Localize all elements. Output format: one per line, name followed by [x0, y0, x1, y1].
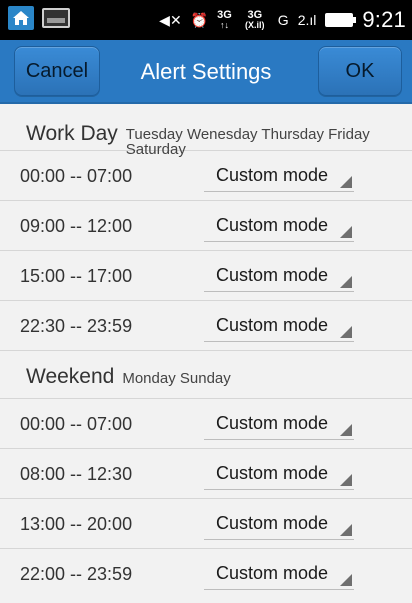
- status-left: [8, 6, 70, 30]
- dropdown-arrow-icon: [340, 524, 352, 536]
- weekend-row-3[interactable]: 22:00 -- 23:59 Custom mode: [0, 549, 412, 598]
- ok-button[interactable]: OK: [318, 46, 402, 96]
- mute-icon: ◀✕: [159, 11, 182, 28]
- work-day-header: Work Day Tuesday Wenesday Thursday Frida…: [0, 104, 412, 157]
- weekend-days: Monday Sunday: [122, 370, 231, 387]
- gallery-icon: [42, 8, 70, 28]
- network-3g: 3G ↑↓: [217, 9, 232, 31]
- weekend-row-1[interactable]: 08:00 -- 12:30 Custom mode: [0, 449, 412, 499]
- time-range: 15:00 -- 17:00: [20, 266, 133, 286]
- dropdown-arrow-icon: [340, 326, 352, 338]
- home-icon: [8, 6, 34, 30]
- mode-select[interactable]: Custom mode: [204, 561, 354, 590]
- mode-value: Custom mode: [216, 463, 329, 483]
- mode-value: Custom mode: [216, 165, 329, 185]
- mode-value: Custom mode: [216, 215, 329, 235]
- work-day-row-3[interactable]: 22:30 -- 23:59 Custom mode: [0, 301, 412, 351]
- signal-icon: 2.ıl: [297, 12, 317, 28]
- dropdown-arrow-icon: [340, 176, 352, 188]
- weekend-header: Weekend Monday Sunday: [0, 351, 412, 399]
- battery-icon: [325, 13, 357, 27]
- mode-select[interactable]: Custom mode: [204, 313, 354, 342]
- network-3g-signal: 3G (X.il): [245, 9, 265, 31]
- mode-value: Custom mode: [216, 513, 329, 533]
- mode-value: Custom mode: [216, 265, 329, 285]
- mode-select[interactable]: Custom mode: [204, 263, 354, 292]
- app-header: Cancel Alert Settings OK: [0, 40, 412, 104]
- network-label-g: G: [277, 12, 289, 28]
- status-bar: ◀✕ ⏰ 3G ↑↓ 3G (X.il) G 2.ıl 9:21: [0, 0, 412, 40]
- status-right: ◀✕ ⏰ 3G ↑↓ 3G (X.il) G 2.ıl 9:21: [159, 0, 406, 40]
- weekend-row-2[interactable]: 13:00 -- 20:00 Custom mode: [0, 499, 412, 549]
- time-range: 08:00 -- 12:30: [20, 464, 133, 484]
- mode-select[interactable]: Custom mode: [204, 461, 354, 490]
- mode-value: Custom mode: [216, 563, 329, 583]
- dropdown-arrow-icon: [340, 424, 352, 436]
- mode-value: Custom mode: [216, 413, 329, 433]
- mode-select[interactable]: Custom mode: [204, 411, 354, 440]
- work-day-label: Work Day: [26, 122, 118, 145]
- time-range: 00:00 -- 07:00: [20, 166, 133, 186]
- mode-select[interactable]: Custom mode: [204, 511, 354, 540]
- dropdown-arrow-icon: [340, 226, 352, 238]
- dropdown-arrow-icon: [340, 276, 352, 288]
- work-day-section: Work Day Tuesday Wenesday Thursday Frida…: [0, 104, 412, 351]
- weekend-row-0[interactable]: 00:00 -- 07:00 Custom mode: [0, 399, 412, 449]
- time-range: 22:30 -- 23:59: [20, 316, 133, 336]
- alert-settings-content: Work Day Tuesday Wenesday Thursday Frida…: [0, 104, 412, 603]
- status-time: 9:21: [362, 7, 406, 32]
- mode-select[interactable]: Custom mode: [204, 163, 354, 192]
- alarm-icon: ⏰: [190, 11, 209, 28]
- time-range: 00:00 -- 07:00: [20, 414, 133, 434]
- weekend-section: Weekend Monday Sunday 00:00 -- 07:00 Cus…: [0, 351, 412, 598]
- time-range: 09:00 -- 12:00: [20, 216, 133, 236]
- dropdown-arrow-icon: [340, 574, 352, 586]
- time-range: 22:00 -- 23:59: [20, 564, 133, 584]
- mode-value: Custom mode: [216, 315, 329, 335]
- time-range: 13:00 -- 20:00: [20, 514, 133, 534]
- dropdown-arrow-icon: [340, 474, 352, 486]
- work-day-row-2[interactable]: 15:00 -- 17:00 Custom mode: [0, 251, 412, 301]
- work-day-row-1[interactable]: 09:00 -- 12:00 Custom mode: [0, 201, 412, 251]
- mode-select[interactable]: Custom mode: [204, 213, 354, 242]
- weekend-label: Weekend: [26, 365, 115, 388]
- work-day-row-0[interactable]: 00:00 -- 07:00 Custom mode: [0, 151, 412, 201]
